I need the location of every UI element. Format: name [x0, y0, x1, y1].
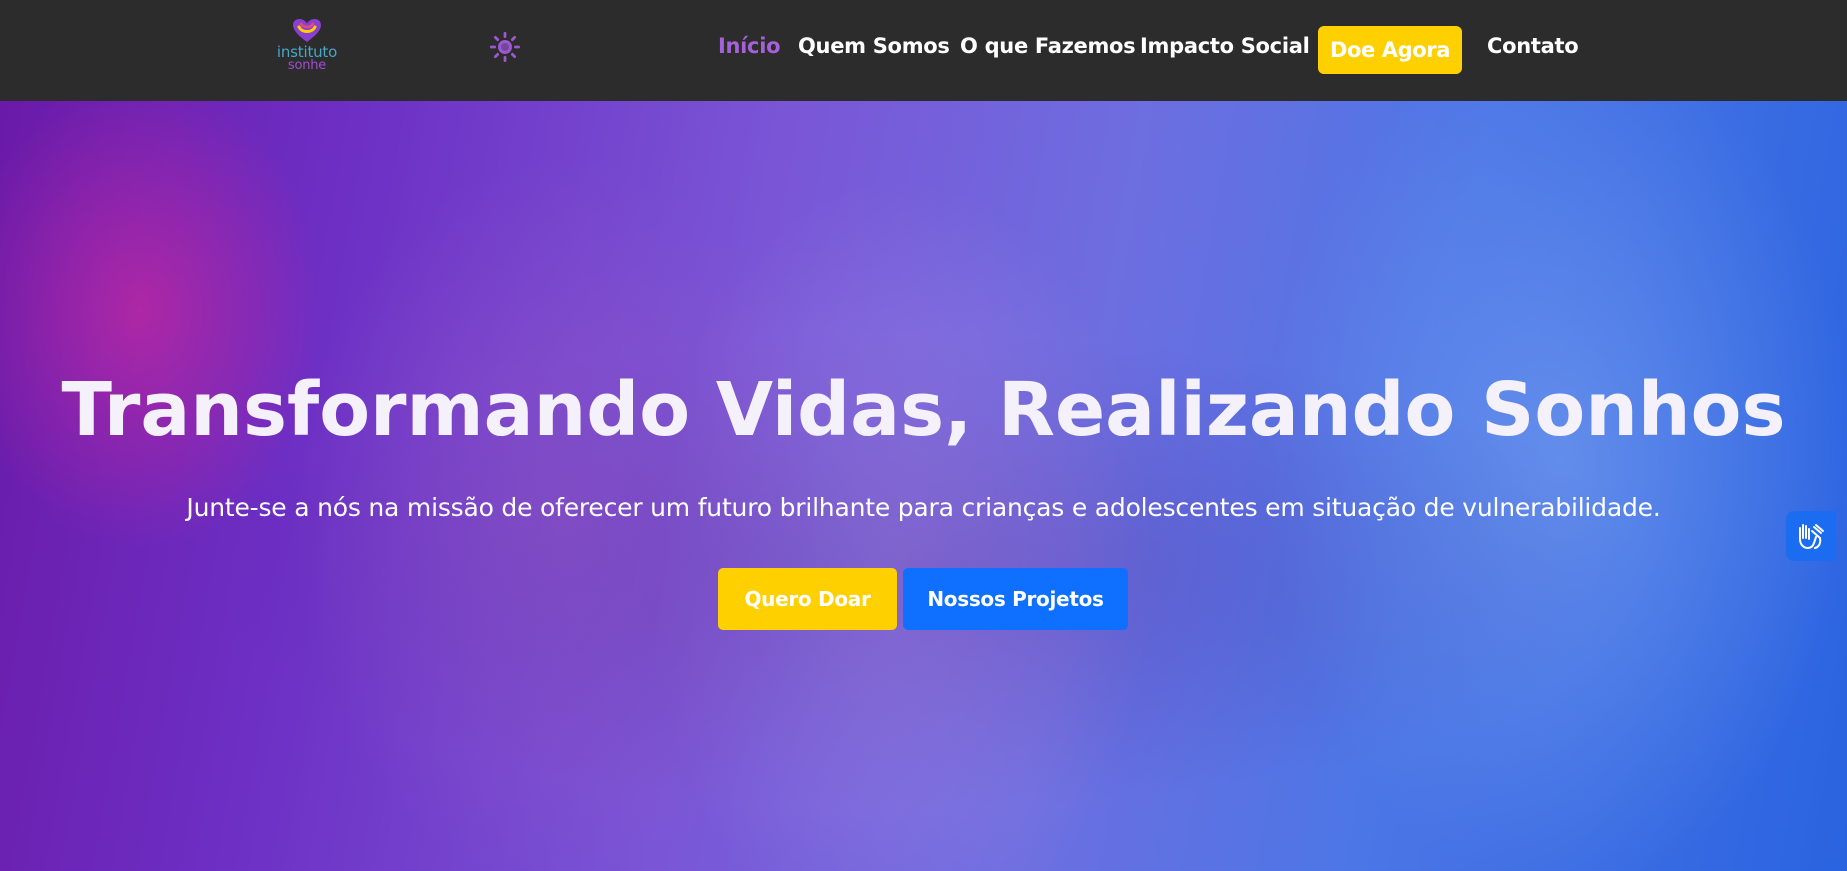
hero-title: Transformando Vidas, Realizando Sonhos: [61, 367, 1786, 453]
site-header: instituto sonhe Início Quem Somos O que …: [0, 0, 1847, 101]
accessibility-widget-button[interactable]: [1786, 511, 1836, 561]
doe-agora-button[interactable]: Doe Agora: [1318, 26, 1462, 74]
sign-language-hands-icon: [1799, 524, 1824, 549]
nav-item-contato[interactable]: Contato: [1487, 34, 1579, 58]
nav-item-quem-somos[interactable]: Quem Somos: [798, 34, 950, 58]
nossos-projetos-button[interactable]: Nossos Projetos: [903, 568, 1128, 630]
nav-item-o-que-fazemos[interactable]: O que Fazemos: [960, 34, 1136, 58]
nav-item-inicio[interactable]: Início: [718, 34, 781, 58]
hero-background-photo: [0, 101, 1847, 871]
hero-subtitle: Junte-se a nós na missão de oferecer um …: [186, 493, 1661, 522]
main-nav: Início Quem Somos O que Fazemos Impacto …: [0, 0, 1847, 101]
nav-item-impacto-social[interactable]: Impacto Social: [1140, 34, 1310, 58]
hero-section: Transformando Vidas, Realizando Sonhos J…: [0, 101, 1847, 871]
quero-doar-button[interactable]: Quero Doar: [718, 568, 897, 630]
